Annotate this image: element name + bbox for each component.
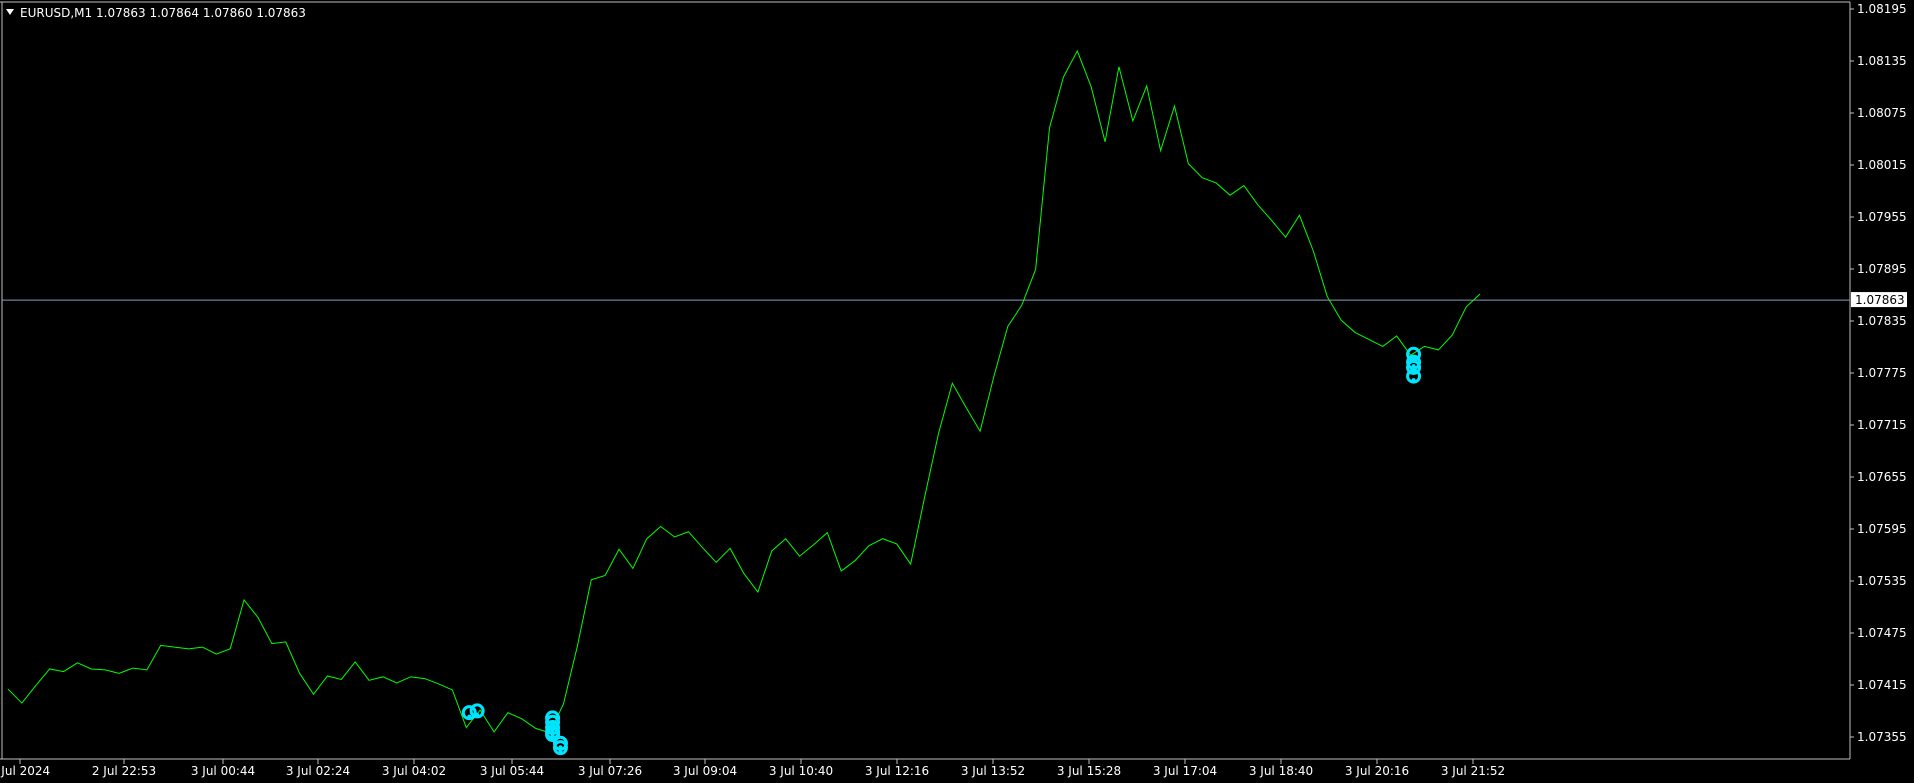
y-tick-label: 1.08195 xyxy=(1857,2,1907,16)
x-tick-label: 3 Jul 04:02 xyxy=(382,764,446,778)
y-tick-label: 1.08075 xyxy=(1857,106,1907,120)
y-tick-label: 1.07895 xyxy=(1857,262,1907,276)
x-tick-label: 3 Jul 15:28 xyxy=(1057,764,1121,778)
x-tick-label: 3 Jul 12:16 xyxy=(865,764,929,778)
y-tick-label: 1.07655 xyxy=(1857,470,1907,484)
y-tick-label: 1.08015 xyxy=(1857,158,1907,172)
y-tick-label: 1.07835 xyxy=(1857,314,1907,328)
y-tick-label: 1.07475 xyxy=(1857,626,1907,640)
y-tick-label: 1.07955 xyxy=(1857,210,1907,224)
signal-marker-dot xyxy=(1411,378,1416,383)
x-tick-label: 3 Jul 21:52 xyxy=(1441,764,1505,778)
x-tick-label: 3 Jul 05:44 xyxy=(480,764,544,778)
signal-marker-dot xyxy=(475,712,480,717)
y-tick-label: 1.07595 xyxy=(1857,522,1907,536)
x-tick-label: 3 Jul 07:26 xyxy=(578,764,642,778)
chart-window[interactable]: EURUSD,M1 1.07863 1.07864 1.07860 1.0786… xyxy=(0,0,1914,783)
y-tick-label: 1.07355 xyxy=(1857,730,1907,744)
x-tick-label: 2 Jul 22:53 xyxy=(92,764,156,778)
x-tick-label: 3 Jul 20:16 xyxy=(1345,764,1409,778)
x-tick-label: 3 Jul 18:40 xyxy=(1249,764,1313,778)
y-tick-label: 1.07535 xyxy=(1857,574,1907,588)
signal-marker-dot xyxy=(467,714,472,719)
y-tick-label: 1.07775 xyxy=(1857,366,1907,380)
x-tick-label: 3 Jul 09:04 xyxy=(673,764,737,778)
ohlc-values: 1.07863 1.07864 1.07860 1.07863 xyxy=(96,6,306,20)
y-tick-label: 1.07415 xyxy=(1857,678,1907,692)
x-tick-label: 2 Jul 2024 xyxy=(0,764,50,778)
y-tick-label: 1.08135 xyxy=(1857,54,1907,68)
current-price-label: 1.07863 xyxy=(1855,293,1905,307)
x-tick-label: 3 Jul 17:04 xyxy=(1153,764,1217,778)
y-tick-label: 1.07715 xyxy=(1857,418,1907,432)
signal-marker-dot xyxy=(558,749,563,754)
x-tick-label: 3 Jul 10:40 xyxy=(769,764,833,778)
x-tick-label: 3 Jul 13:52 xyxy=(961,764,1025,778)
signal-marker-dot xyxy=(558,745,563,750)
x-tick-label: 3 Jul 02:24 xyxy=(286,764,350,778)
symbol-header: EURUSD,M1 xyxy=(20,6,92,20)
signal-marker-dot xyxy=(1411,364,1416,369)
x-tick-label: 3 Jul 00:44 xyxy=(191,764,255,778)
price-chart[interactable]: EURUSD,M1 1.07863 1.07864 1.07860 1.0786… xyxy=(0,0,1914,783)
